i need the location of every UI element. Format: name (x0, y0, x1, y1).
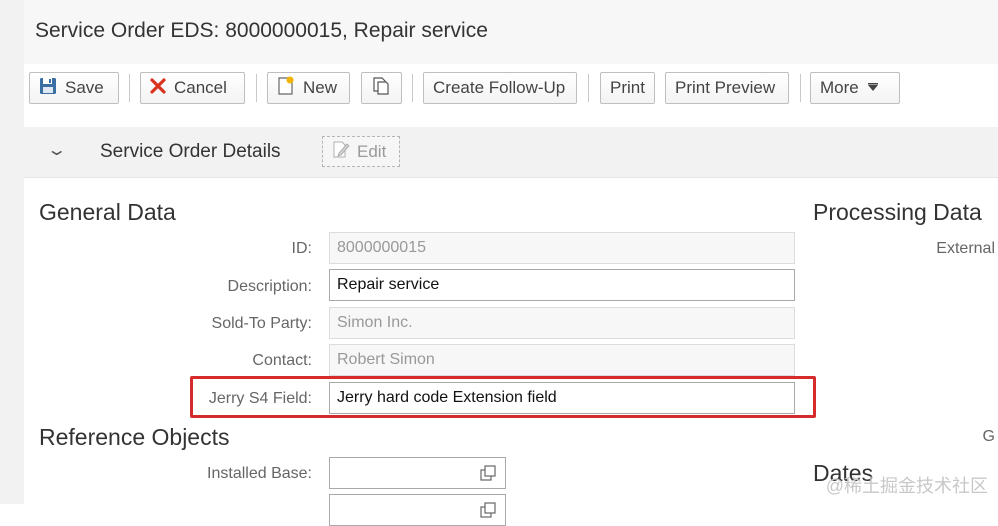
edit-label: Edit (357, 141, 387, 161)
external-label: External (936, 240, 995, 257)
more-label: More (820, 78, 859, 97)
value-help-icon[interactable] (480, 465, 496, 486)
save-button[interactable]: Save (29, 72, 119, 104)
reference-objects-heading: Reference Objects (39, 424, 230, 450)
toolbar-separator (256, 74, 257, 102)
highlight-box (190, 376, 816, 418)
value-help-icon[interactable] (480, 502, 496, 523)
close-icon (150, 77, 166, 99)
description-field[interactable]: Repair service (329, 269, 795, 301)
print-label: Print (610, 78, 645, 97)
section-title: Service Order Details (100, 141, 281, 162)
sold-to-party-field: Simon Inc. (329, 307, 795, 339)
save-label: Save (65, 78, 104, 97)
contact-field: Robert Simon (329, 344, 795, 376)
top-strip (0, 0, 998, 12)
sold-to-party-label: Sold-To Party: (211, 315, 312, 332)
cancel-button[interactable]: Cancel (140, 72, 245, 104)
g-label: G (982, 428, 995, 445)
page-title: Service Order EDS: 8000000015, Repair se… (35, 19, 488, 42)
edit-icon (333, 140, 350, 163)
dropdown-arrow-icon (867, 78, 879, 98)
create-follow-up-button[interactable]: Create Follow-Up (423, 72, 577, 104)
chevron-down-icon[interactable]: ⌄ (46, 140, 67, 160)
processing-data-heading: Processing Data (813, 199, 982, 225)
more-button[interactable]: More (810, 72, 900, 104)
general-data-heading: General Data (39, 199, 176, 225)
new-label: New (303, 78, 338, 97)
floppy-disk-icon (39, 77, 57, 100)
left-strip (0, 0, 24, 504)
toolbar-separator (412, 74, 413, 102)
new-document-icon (277, 76, 295, 100)
print-button[interactable]: Print (600, 72, 655, 104)
toolbar-separator (129, 74, 130, 102)
installed-base-field[interactable] (329, 457, 506, 489)
next-field[interactable] (329, 494, 506, 526)
toolbar-separator (800, 74, 801, 102)
toolbar-separator (588, 74, 589, 102)
print-preview-button[interactable]: Print Preview (665, 72, 789, 104)
copy-icon (372, 76, 390, 100)
watermark: @稀土掘金技术社区 (825, 476, 988, 496)
contact-label: Contact: (252, 352, 312, 369)
id-label: ID: (291, 240, 312, 257)
description-label: Description: (227, 278, 312, 295)
create-follow-up-label: Create Follow-Up (433, 78, 566, 97)
edit-button[interactable]: Edit (322, 136, 400, 167)
cancel-label: Cancel (174, 78, 227, 97)
print-preview-label: Print Preview (675, 78, 776, 97)
new-button[interactable]: New (267, 72, 350, 104)
installed-base-label: Installed Base: (207, 465, 312, 482)
copy-button[interactable] (361, 72, 402, 104)
